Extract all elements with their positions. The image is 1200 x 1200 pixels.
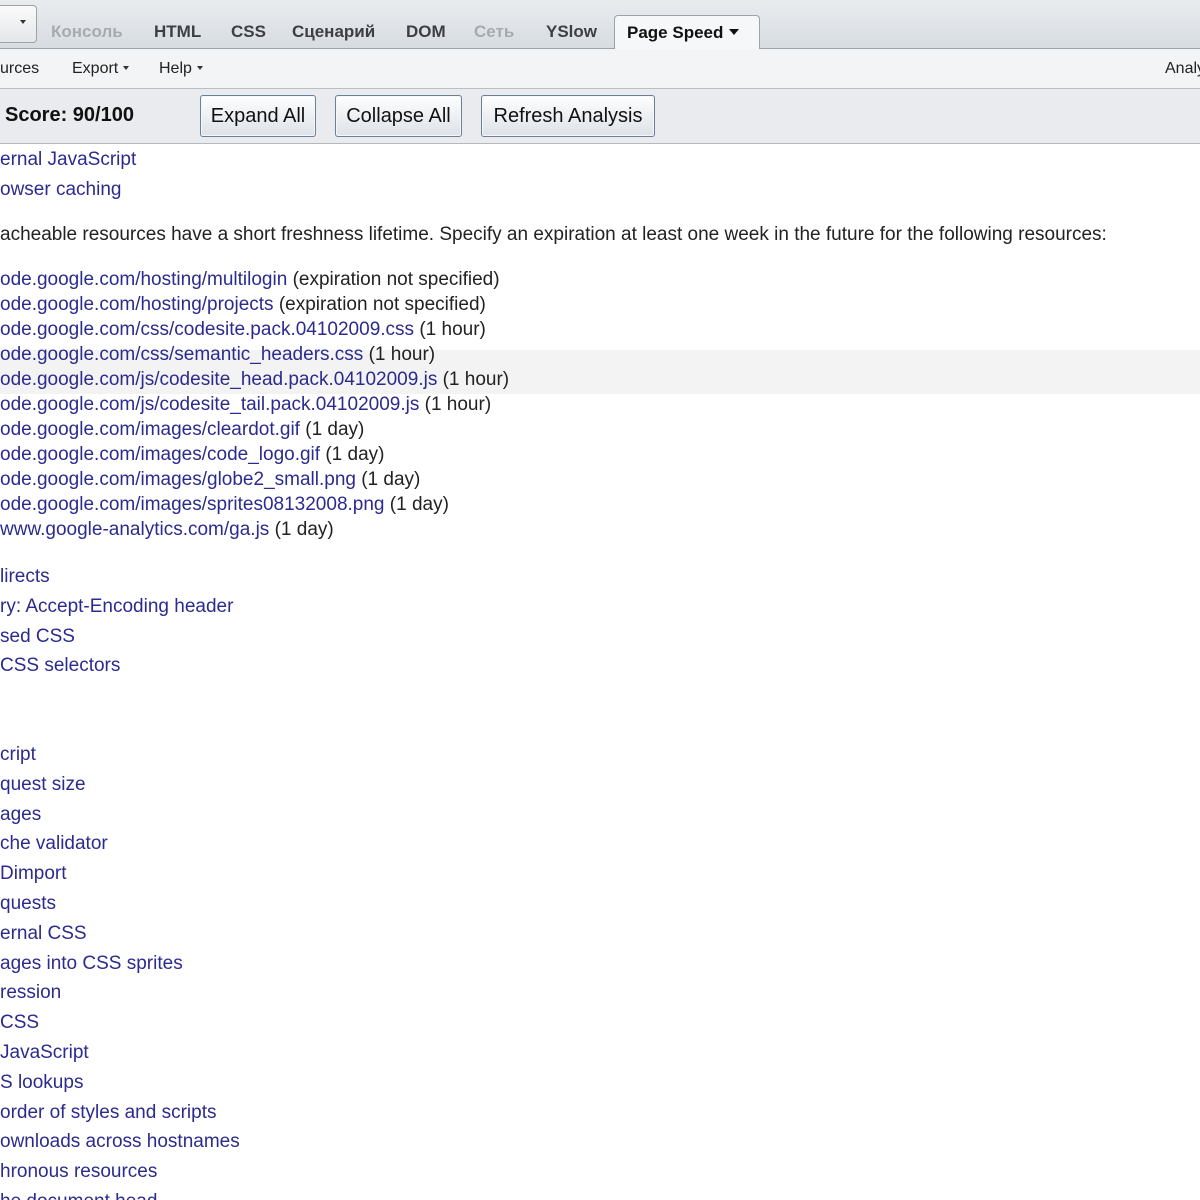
- rule-row[interactable]: ernal JavaScript: [0, 149, 136, 171]
- page-speed-toolbar: Score: 90/100 Expand All Collapse All Re…: [0, 89, 1200, 144]
- rule-row[interactable]: ages into CSS sprites: [0, 953, 183, 975]
- tab-script[interactable]: Сценарий: [292, 22, 375, 42]
- rule-row[interactable]: JavaScript: [0, 1042, 89, 1064]
- resource-expiration: (1 day): [361, 469, 421, 490]
- resource-url-link[interactable]: www.google-analytics.com/ga.js: [0, 519, 269, 540]
- collapse-all-button[interactable]: Collapse All: [335, 95, 462, 137]
- resource-expiration: (1 day): [389, 494, 449, 515]
- resource-expiration: (1 hour): [424, 394, 492, 415]
- tab-net[interactable]: Сеть: [474, 22, 514, 42]
- page-speed-menubar: urces Export Help Analy: [0, 49, 1200, 89]
- rule-row[interactable]: owser caching: [0, 179, 121, 201]
- refresh-analysis-button[interactable]: Refresh Analysis: [481, 95, 655, 137]
- resource-row: ode.google.com/images/globe2_small.png (…: [0, 469, 420, 491]
- tab-yslow[interactable]: YSlow: [546, 22, 597, 42]
- resource-row: ode.google.com/images/cleardot.gif (1 da…: [0, 419, 364, 441]
- tab-page-speed[interactable]: Page Speed: [614, 15, 760, 49]
- resource-expiration: (1 day): [274, 519, 334, 540]
- resource-expiration: (1 day): [305, 419, 365, 440]
- tab-dom[interactable]: DOM: [406, 22, 446, 42]
- resource-row: ode.google.com/hosting/projects (expirat…: [0, 294, 486, 316]
- rule-row[interactable]: quest size: [0, 774, 86, 796]
- rule-row[interactable]: Dimport: [0, 863, 67, 885]
- rule-row[interactable]: ages: [0, 804, 41, 826]
- resource-expiration: (1 hour): [368, 344, 436, 365]
- rule-row[interactable]: CSS selectors: [0, 655, 120, 677]
- menu-analyze[interactable]: Analy: [1165, 60, 1200, 78]
- tab-console[interactable]: Консоль: [51, 22, 123, 42]
- rule-row[interactable]: S lookups: [0, 1072, 83, 1094]
- rule-row[interactable]: order of styles and scripts: [0, 1102, 216, 1124]
- rule-row[interactable]: CSS: [0, 1012, 39, 1034]
- resource-url-link[interactable]: ode.google.com/js/codesite_tail.pack.041…: [0, 394, 419, 415]
- rule-row[interactable]: ernal CSS: [0, 923, 87, 945]
- chevron-down-icon: [20, 20, 26, 24]
- resource-row: ode.google.com/css/codesite.pack.0410200…: [0, 319, 486, 341]
- resource-url-link[interactable]: ode.google.com/images/code_logo.gif: [0, 444, 320, 465]
- resource-expiration: (1 hour): [442, 369, 510, 390]
- chevron-down-icon: [729, 29, 740, 35]
- resource-row: ode.google.com/js/codesite_tail.pack.041…: [0, 394, 491, 416]
- resource-url-link[interactable]: ode.google.com/images/cleardot.gif: [0, 419, 300, 440]
- rule-row[interactable]: quests: [0, 893, 56, 915]
- tab-html[interactable]: HTML: [154, 22, 201, 42]
- resource-url-link[interactable]: ode.google.com/images/globe2_small.png: [0, 469, 356, 490]
- resource-row: ode.google.com/images/sprites08132008.pn…: [0, 494, 449, 516]
- resource-url-link[interactable]: ode.google.com/hosting/projects: [0, 294, 274, 315]
- resource-row: ode.google.com/js/codesite_head.pack.041…: [0, 369, 509, 391]
- rule-row[interactable]: sed CSS: [0, 626, 75, 648]
- expand-all-button[interactable]: Expand All: [200, 95, 316, 137]
- resource-url-link[interactable]: ode.google.com/js/codesite_head.pack.041…: [0, 369, 437, 390]
- resource-expiration: (1 hour): [419, 319, 486, 340]
- rule-row[interactable]: cript: [0, 744, 36, 766]
- resource-row: ode.google.com/css/semantic_headers.css …: [0, 344, 435, 366]
- tab-css[interactable]: CSS: [231, 22, 266, 42]
- resource-url-link[interactable]: ode.google.com/css/codesite.pack.0410200…: [0, 319, 414, 340]
- panel-menu-dropdown[interactable]: [0, 5, 37, 43]
- chevron-down-icon: [196, 66, 203, 70]
- rule-row[interactable]: che validator: [0, 833, 108, 855]
- menu-help[interactable]: Help: [159, 60, 203, 78]
- resource-row: ode.google.com/hosting/multilogin (expir…: [0, 269, 500, 291]
- rule-row[interactable]: hronous resources: [0, 1161, 157, 1183]
- panel-tab-bar: Консоль HTML CSS Сценарий DOM Сеть YSlow…: [0, 0, 1200, 49]
- rule-row[interactable]: ownloads across hostnames: [0, 1131, 240, 1153]
- overall-score: Score: 90/100: [5, 104, 134, 126]
- resource-expiration: (expiration not specified): [278, 294, 486, 315]
- resource-expiration: (1 day): [325, 444, 385, 465]
- resource-row: ode.google.com/images/code_logo.gif (1 d…: [0, 444, 384, 466]
- resource-url-link[interactable]: ode.google.com/images/sprites08132008.pn…: [0, 494, 385, 515]
- menu-export[interactable]: Export: [72, 60, 130, 78]
- rule-row[interactable]: he document head: [0, 1191, 157, 1200]
- resource-expiration: (expiration not specified): [292, 269, 500, 290]
- chevron-down-icon: [123, 66, 130, 70]
- rule-row[interactable]: ression: [0, 982, 61, 1004]
- menu-resources[interactable]: urces: [0, 60, 39, 78]
- rule-row[interactable]: ry: Accept-Encoding header: [0, 596, 233, 618]
- rule-row[interactable]: lirects: [0, 566, 50, 588]
- rule-detail-text: acheable resources have a short freshnes…: [0, 224, 1107, 245]
- resource-url-link[interactable]: ode.google.com/hosting/multilogin: [0, 269, 287, 290]
- results-list: ernal JavaScript owser caching acheable r…: [0, 144, 1200, 1200]
- resource-url-link[interactable]: ode.google.com/css/semantic_headers.css: [0, 344, 363, 365]
- resource-row: www.google-analytics.com/ga.js (1 day): [0, 519, 334, 541]
